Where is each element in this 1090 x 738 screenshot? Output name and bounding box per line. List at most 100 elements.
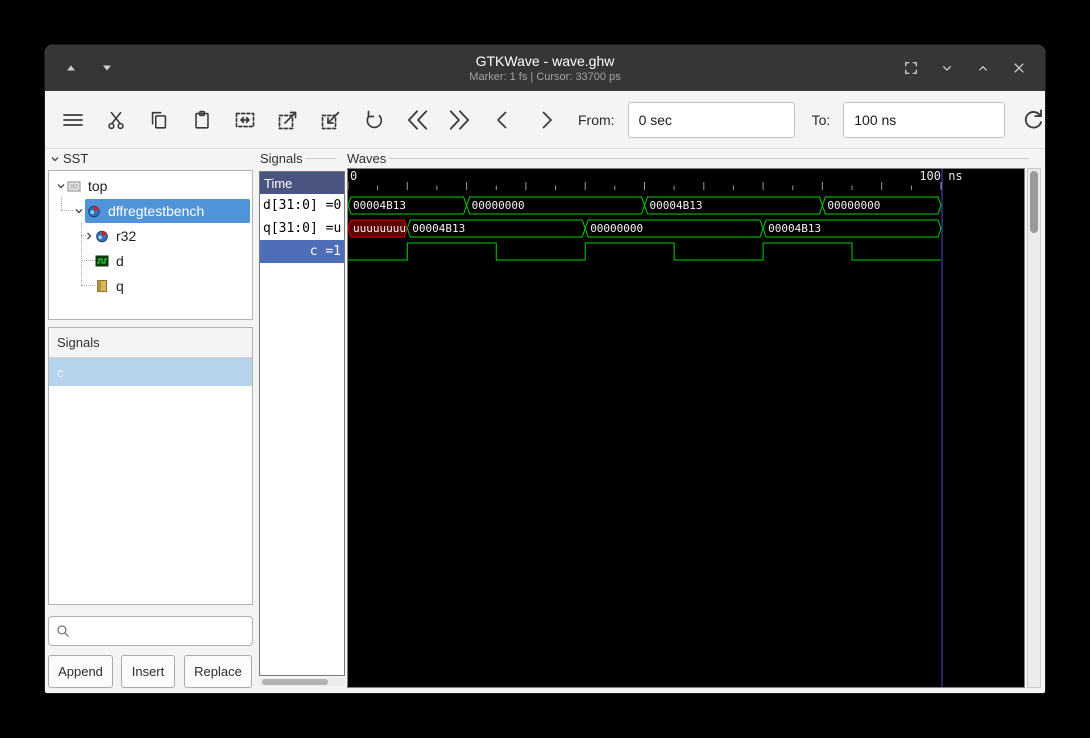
close-icon (1014, 63, 1024, 73)
triangle-up-icon (67, 65, 75, 71)
tree-item-dffregtestbench[interactable]: dffregtestbench (49, 198, 252, 223)
tree-item-label: d (116, 252, 124, 269)
toolbar: From: To: (45, 91, 1045, 149)
from-label: From: (578, 111, 615, 128)
selected-tree-item[interactable]: dffregtestbench (85, 198, 250, 223)
signal-row-q[interactable]: q[31:0] =u (260, 217, 344, 240)
svg-text:uuuuuuuu: uuuuuuuu (353, 222, 406, 235)
desktop: GTKWave - wave.ghw Marker: 1 fs | Cursor… (0, 0, 1090, 738)
skip-to-end-icon (449, 109, 470, 130)
paste-button[interactable] (187, 105, 217, 135)
signal-row-d[interactable]: d[31:0] =0 (260, 194, 344, 217)
step-right-button[interactable] (531, 105, 561, 135)
svg-text:00004B13: 00004B13 (768, 222, 821, 235)
zoom-out-icon (321, 111, 340, 129)
expander-right-icon[interactable] (83, 230, 95, 242)
skip-to-end-button[interactable] (445, 105, 475, 135)
triangle-down-icon (103, 65, 111, 71)
tree-item-q[interactable]: q (49, 273, 252, 298)
chip-icon (67, 181, 81, 191)
gtkwave-window: GTKWave - wave.ghw Marker: 1 fs | Cursor… (45, 45, 1045, 693)
waveform-plot: 0 100 ns 00004B13 00000000 00004B13 00000000 u… (348, 169, 963, 687)
waves-vertical-scrollbar[interactable] (1027, 168, 1041, 688)
pane-title-rule (389, 158, 1030, 159)
signal-row-c[interactable]: c =1 (260, 240, 344, 263)
replace-button[interactable]: Replace (184, 655, 252, 688)
tree-item-d[interactable]: d (49, 248, 252, 273)
zoom-out-button[interactable] (316, 105, 346, 135)
tree-item-label: top (88, 177, 108, 194)
pane-splitter[interactable] (254, 149, 258, 693)
svg-text:100 ns: 100 ns (919, 169, 962, 183)
waveform-icon (95, 255, 109, 266)
cut-button[interactable] (101, 105, 131, 135)
svg-text:00004B13: 00004B13 (650, 199, 703, 212)
sst-pane-header[interactable]: SST (50, 151, 88, 166)
zoom-in-button[interactable] (273, 105, 303, 135)
cut-icon (108, 111, 124, 129)
close-button[interactable] (1005, 54, 1033, 82)
to-input[interactable] (843, 101, 1006, 138)
insert-button[interactable]: Insert (121, 655, 175, 688)
chevron-left-icon (497, 111, 507, 128)
restore-button[interactable] (897, 54, 925, 82)
to-label: To: (811, 111, 831, 128)
titlebar-right-controls (897, 54, 1045, 82)
titlebar-left-controls (45, 54, 121, 82)
chevron-down-button[interactable] (933, 54, 961, 82)
signal-name-list: Time d[31:0] =0 q[31:0] =u c =1 (259, 171, 345, 676)
reload-icon (1025, 109, 1043, 128)
main-content: SST top dffregtestbench r32 d q Signals … (45, 149, 1045, 693)
search-input[interactable] (71, 617, 259, 645)
module-icon (96, 230, 108, 242)
zoom-in-icon (278, 111, 297, 129)
module-icon (88, 205, 100, 217)
waveform-canvas[interactable]: 0 100 ns 00004B13 00000000 00004B13 00000000 u… (347, 168, 1025, 688)
zoom-fit-button[interactable] (230, 105, 260, 135)
reload-button[interactable] (1018, 105, 1045, 135)
menu-icon (63, 113, 83, 126)
waves-pane-title: Waves (347, 151, 387, 166)
title-block: GTKWave - wave.ghw Marker: 1 fs | Cursor… (469, 53, 620, 83)
time-column-header[interactable]: Time (260, 172, 344, 194)
signals-pane-header: Signals (260, 151, 336, 166)
scrollbar-thumb[interactable] (262, 679, 328, 685)
chevron-up-icon (979, 65, 987, 71)
append-button[interactable]: Append (48, 655, 113, 688)
tree-item-top[interactable]: top (49, 173, 252, 198)
sst-expander-icon (51, 156, 59, 161)
register-icon (97, 279, 107, 292)
marker-cursor-status: Marker: 1 fs | Cursor: 33700 ps (469, 71, 621, 83)
from-input[interactable] (627, 101, 795, 138)
tree-item-label: dffregtestbench (108, 202, 205, 219)
tree-item-r32[interactable]: r32 (49, 223, 252, 248)
svg-text:0: 0 (350, 169, 357, 183)
copy-button[interactable] (144, 105, 174, 135)
expander-down-icon[interactable] (55, 180, 67, 192)
restore-icon (905, 62, 917, 74)
nav-down-button[interactable] (93, 54, 121, 82)
window-title: GTKWave - wave.ghw (475, 53, 615, 69)
menu-button[interactable] (58, 105, 88, 135)
paste-icon (195, 110, 209, 129)
svg-text:00000000: 00000000 (472, 199, 525, 212)
signals-horizontal-scrollbar[interactable] (259, 678, 345, 686)
svg-text:00004B13: 00004B13 (412, 222, 465, 235)
search-icon (57, 625, 69, 637)
step-left-button[interactable] (488, 105, 518, 135)
signal-list-item-c[interactable]: c (49, 358, 252, 386)
sst-title: SST (63, 151, 89, 166)
chevron-up-button[interactable] (969, 54, 997, 82)
signal-search (48, 616, 259, 646)
chevron-right-icon (542, 111, 552, 128)
expander-down-icon[interactable] (73, 205, 85, 217)
signals-list-header: Signals (49, 328, 252, 358)
zoom-undo-button[interactable] (359, 105, 389, 135)
skip-to-start-button[interactable] (402, 105, 432, 135)
signals-pane-title: Signals (260, 151, 303, 166)
scrollbar-thumb[interactable] (1030, 171, 1038, 233)
chevron-down-icon (943, 66, 951, 71)
nav-up-button[interactable] (57, 54, 85, 82)
tree-item-label: r32 (116, 227, 137, 244)
titlebar[interactable]: GTKWave - wave.ghw Marker: 1 fs | Cursor… (45, 45, 1045, 91)
